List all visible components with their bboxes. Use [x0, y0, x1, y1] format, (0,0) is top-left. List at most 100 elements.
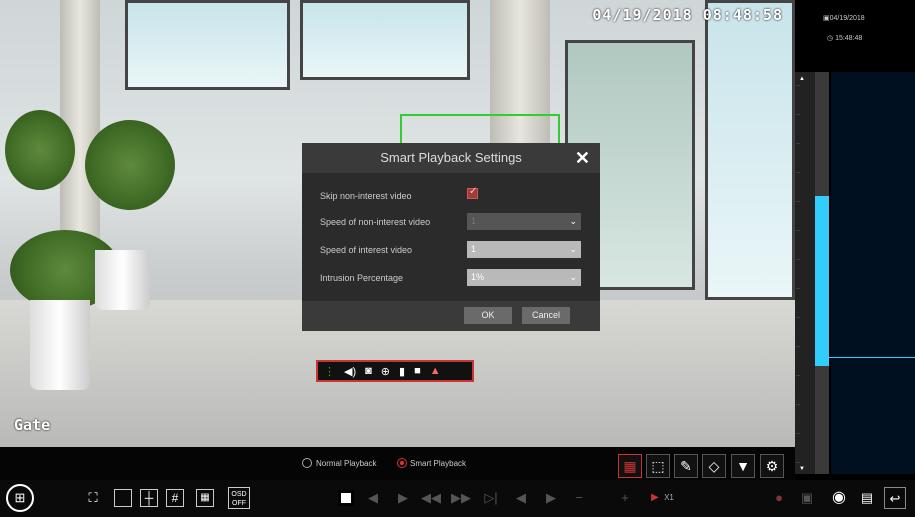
timeline-tick: — — [796, 111, 800, 116]
playback-window: 04/19/2018 08:48:58 Gate Smart Playback … — [0, 0, 915, 517]
speed-interest-row: Speed of interest video 1 ⌄ — [320, 241, 582, 261]
plant-pot — [30, 300, 90, 390]
cancel-button[interactable]: Cancel — [522, 307, 570, 324]
timeline-tick: — — [796, 343, 800, 348]
step-icon[interactable]: ▷| — [480, 487, 502, 509]
layout-4-icon[interactable]: ┼ — [140, 489, 158, 507]
timeline-tick: — — [796, 459, 800, 464]
speed-interest-label: Speed of interest video — [320, 245, 413, 255]
osd-toggle-button[interactable]: OSD OFF — [228, 487, 250, 509]
prev-frame-icon[interactable]: ◀ — [510, 487, 532, 509]
smart-playback-radio[interactable] — [397, 458, 407, 468]
timeline-tick: — — [796, 372, 800, 377]
layout-9-icon[interactable]: # — [166, 489, 184, 507]
scroll-down-icon[interactable]: ▼ — [799, 466, 805, 472]
rewind-icon[interactable]: ◀◀ — [420, 487, 442, 509]
dialog-footer: OK Cancel — [302, 301, 600, 331]
diamond-icon[interactable]: ◇ — [702, 454, 726, 478]
window — [125, 0, 290, 90]
motion-detection-icon[interactable]: ▦ — [618, 454, 642, 478]
disk-icon[interactable]: ◉ — [828, 487, 850, 509]
plant — [5, 110, 75, 190]
select-region-icon[interactable]: ⬚ — [646, 454, 670, 478]
timeline-tick: — — [796, 430, 800, 435]
timeline-scale[interactable]: — — — — — — — — — — — — — — — [795, 72, 815, 474]
intrusion-percentage-row: Intrusion Percentage 1% ⌄ — [320, 269, 582, 289]
back-icon[interactable]: ↩ — [884, 487, 906, 509]
record-icon[interactable]: ■ — [414, 365, 421, 377]
drag-handle-icon[interactable]: ⋮ — [324, 365, 335, 378]
play-icon[interactable]: ▶ — [392, 487, 414, 509]
zoom-out-icon[interactable]: − — [568, 487, 590, 509]
chart-icon[interactable]: ▲ — [430, 365, 441, 377]
timeline-tick: — — [796, 314, 800, 319]
osd-label: OSD — [231, 491, 247, 498]
timeline-tick: — — [796, 285, 800, 290]
camera-icon[interactable]: ◙ — [365, 365, 372, 377]
stop-button[interactable] — [338, 490, 354, 506]
plant — [85, 120, 175, 210]
channel-label: Gate — [14, 416, 51, 434]
zoom-in-icon[interactable]: + — [614, 487, 636, 509]
play-backward-icon[interactable]: ◀ — [362, 487, 384, 509]
speed-non-interest-label: Speed of non-interest video — [320, 217, 431, 227]
timeline-tick: — — [796, 401, 800, 406]
fullscreen-icon[interactable]: ⛶ — [82, 487, 104, 509]
record-status-icon[interactable]: ● — [768, 487, 790, 509]
draw-icon[interactable]: ✎ — [674, 454, 698, 478]
filter-icon[interactable]: ▼ — [731, 454, 755, 478]
speed-interest-select[interactable]: 1 ⌄ — [467, 241, 581, 258]
volume-icon[interactable]: ◀) — [344, 365, 356, 378]
speed-interest-value: 1 — [471, 244, 477, 254]
window — [705, 0, 795, 300]
intrusion-percentage-value: 1% — [471, 272, 485, 282]
next-frame-icon[interactable]: ▶ — [540, 487, 562, 509]
timeline-tick: — — [796, 256, 800, 261]
normal-playback-radio[interactable] — [302, 458, 312, 468]
video-timestamp: 04/19/2018 08:48:58 — [592, 6, 783, 24]
close-icon[interactable]: ✕ — [575, 143, 590, 173]
channel-mini-toolbar: ⋮ ◀) ◙ ⊕ ▮ ■ ▲ — [316, 360, 474, 382]
intrusion-percentage-label: Intrusion Percentage — [320, 273, 404, 283]
speed-label: X1 — [664, 493, 674, 502]
skip-non-interest-label: Skip non-interest video — [320, 191, 412, 201]
dialog-header: Smart Playback Settings ✕ — [302, 143, 600, 173]
ok-button[interactable]: OK — [464, 307, 512, 324]
start-menu-icon[interactable]: ⊞ — [6, 484, 34, 512]
smart-playback-settings-dialog: Smart Playback Settings ✕ Skip non-inter… — [302, 143, 600, 331]
window — [300, 0, 470, 80]
bookmark-icon[interactable]: ▮ — [399, 365, 405, 378]
timeline-time: ◷ 15:48:48 — [827, 35, 863, 42]
layout-16-icon[interactable]: ▦ — [196, 489, 214, 507]
files-icon[interactable]: ▤ — [856, 487, 878, 509]
plant-pot — [95, 250, 150, 310]
chevron-down-icon: ⌄ — [569, 216, 577, 226]
layout-1-icon[interactable] — [114, 489, 132, 507]
zoom-icon[interactable]: ⊕ — [381, 365, 390, 378]
osd-state: OFF — [232, 500, 246, 507]
timeline-tick: — — [796, 82, 800, 87]
timeline-main[interactable] — [831, 72, 915, 474]
timeline-cursor[interactable] — [815, 357, 915, 358]
timeline-tick: — — [796, 169, 800, 174]
speed-non-interest-select[interactable]: 1 ⌄ — [467, 213, 581, 230]
record-segment — [815, 196, 829, 366]
chevron-down-icon: ⌄ — [569, 272, 577, 282]
timeline-tick: — — [796, 198, 800, 203]
intrusion-percentage-select[interactable]: 1% ⌄ — [467, 269, 581, 286]
skip-non-interest-checkbox[interactable] — [467, 186, 478, 199]
smart-playback-label[interactable]: Smart Playback — [410, 459, 466, 468]
timeline-panel: ▣04/19/2018 ◷ 15:48:48 — — — — — — — — — — — — — — ▲ … — [795, 0, 915, 480]
fast-forward-icon[interactable]: ▶▶ — [450, 487, 472, 509]
settings-wrench-icon[interactable]: ⚙ — [760, 454, 784, 478]
timeline-date: ▣04/19/2018 — [823, 15, 865, 22]
speed-non-interest-value: 1 — [471, 216, 477, 226]
normal-playback-label[interactable]: Normal Playback — [316, 459, 376, 468]
scroll-up-icon[interactable]: ▲ — [799, 76, 805, 82]
backup-icon[interactable]: ▣ — [796, 487, 818, 509]
speed-non-interest-row: Speed of non-interest video 1 ⌄ — [320, 213, 582, 233]
dialog-title: Smart Playback Settings — [380, 150, 522, 165]
timeline-tick: — — [796, 227, 800, 232]
chevron-down-icon: ⌄ — [569, 244, 577, 254]
timeline-track[interactable] — [815, 72, 829, 474]
